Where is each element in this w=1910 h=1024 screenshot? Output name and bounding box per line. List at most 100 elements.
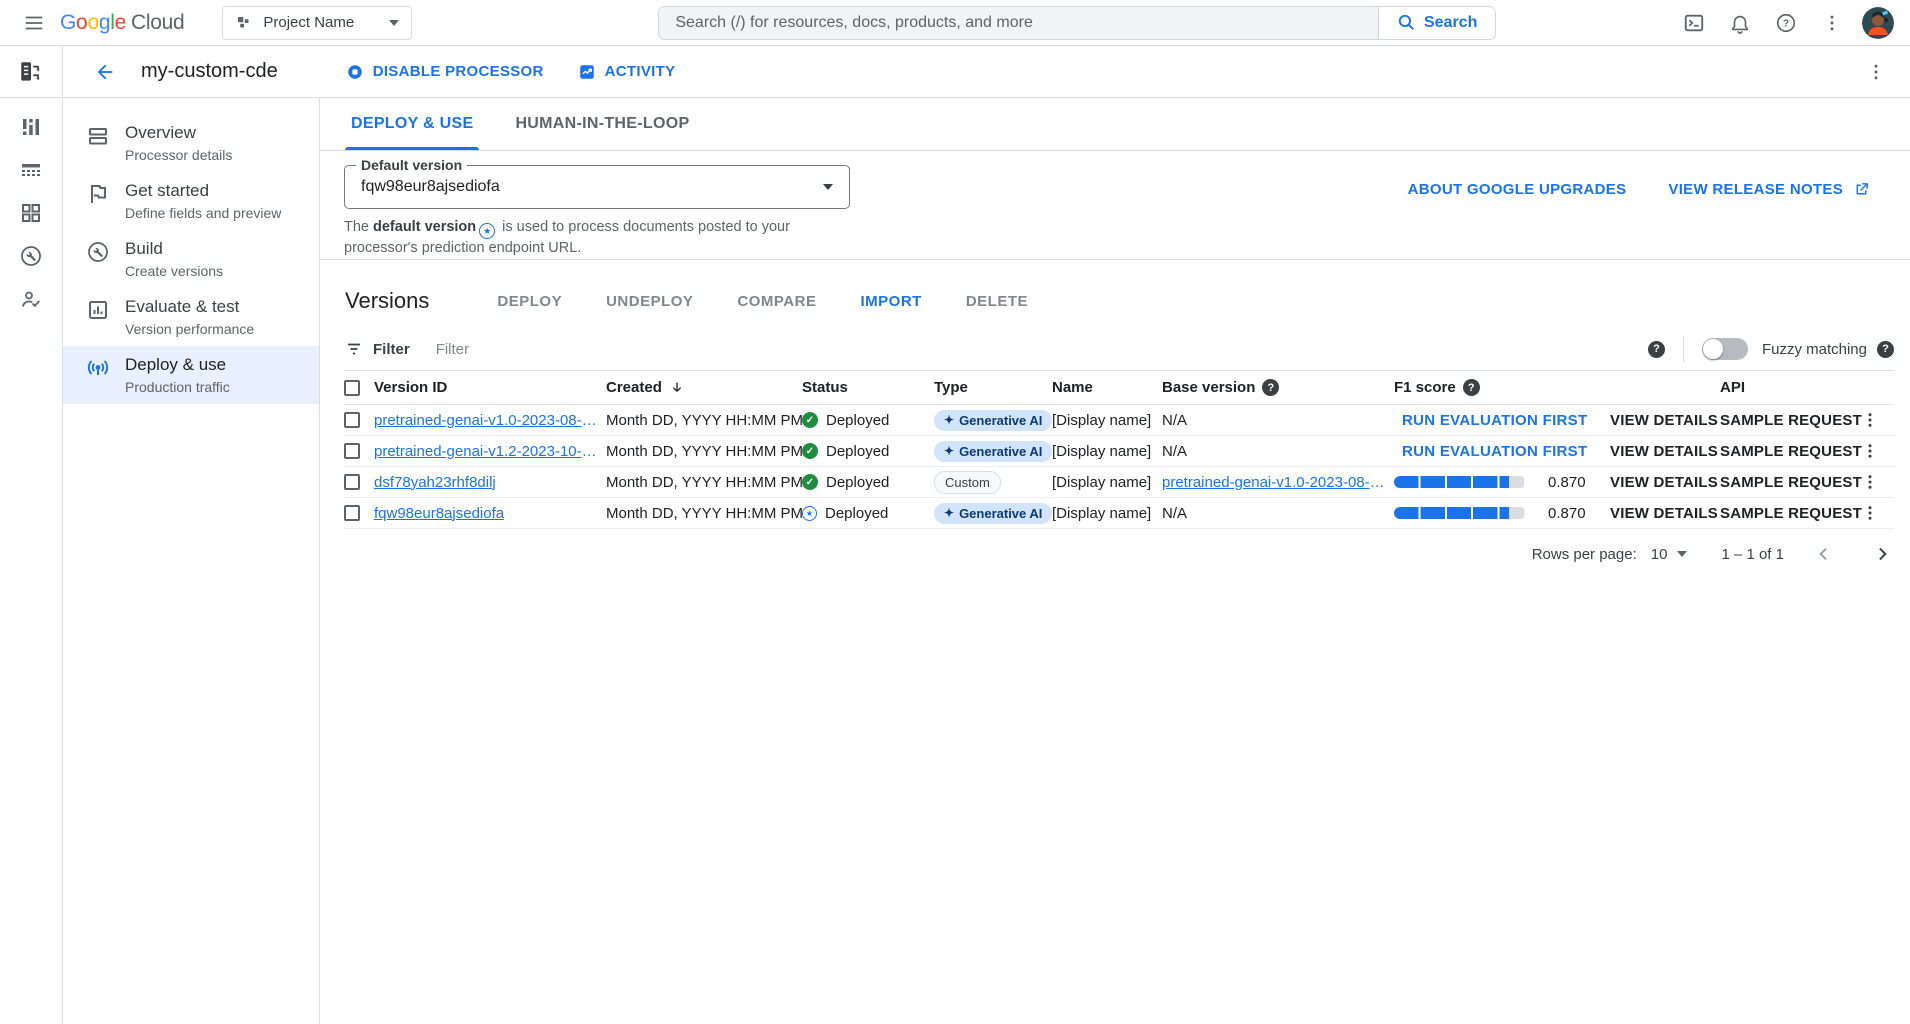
rows-per-page-select[interactable]: 10 bbox=[1651, 546, 1688, 563]
search-button[interactable]: Search bbox=[1378, 7, 1495, 39]
versions-table: Version ID Created Status Type Name Base… bbox=[344, 370, 1894, 529]
search-input[interactable] bbox=[659, 7, 1378, 39]
about-google-upgrades-link[interactable]: ABOUT GOOGLE UPGRADES bbox=[1408, 181, 1627, 198]
google-cloud-logo[interactable]: Google Cloud bbox=[60, 11, 184, 35]
table-row: fqw98eur8ajsediofaMonth DD, YYYY HH:MM P… bbox=[344, 498, 1894, 529]
sample-request-button[interactable]: SAMPLE REQUEST bbox=[1720, 412, 1862, 429]
view-details-button[interactable]: VIEW DETAILS bbox=[1610, 443, 1718, 460]
overview-icon bbox=[86, 124, 110, 148]
sample-request-button[interactable]: SAMPLE REQUEST bbox=[1720, 474, 1862, 491]
column-status[interactable]: Status bbox=[802, 379, 934, 396]
sidebar-item-evaluate-test[interactable]: Evaluate & testVersion performance bbox=[63, 288, 319, 346]
f1-score-bar bbox=[1394, 507, 1526, 519]
select-all-checkbox[interactable] bbox=[344, 380, 360, 396]
column-created[interactable]: Created bbox=[606, 379, 802, 396]
apps-grid-icon[interactable] bbox=[18, 200, 44, 226]
table-row: dsf78yah23rhf8diljMonth DD, YYYY HH:MM P… bbox=[344, 467, 1894, 498]
column-version-id[interactable]: Version ID bbox=[374, 379, 606, 396]
f1-score-value: 0.870 bbox=[1548, 505, 1586, 522]
filter-label: Filter bbox=[373, 341, 410, 358]
help-icon[interactable]: ? bbox=[1766, 3, 1806, 43]
row-menu-icon[interactable] bbox=[1861, 473, 1879, 491]
fuzzy-matching-label: Fuzzy matching bbox=[1762, 341, 1867, 358]
tab-human-in-the-loop[interactable]: HUMAN-IN-THE-LOOP bbox=[509, 98, 695, 150]
filter-help-icon[interactable]: ? bbox=[1648, 341, 1665, 358]
undeploy-button[interactable]: UNDEPLOY bbox=[604, 289, 695, 314]
cloud-shell-icon[interactable] bbox=[1674, 3, 1714, 43]
project-selector[interactable]: Project Name bbox=[222, 6, 412, 40]
sidebar-item-build[interactable]: Build Create versions bbox=[63, 230, 319, 288]
notifications-bell-icon[interactable] bbox=[1720, 3, 1760, 43]
divider bbox=[1683, 336, 1684, 362]
filter-bar: Filter ? Fuzzy matching ? bbox=[320, 328, 1910, 370]
f1-score-help-icon[interactable]: ? bbox=[1463, 379, 1480, 396]
pagination-bar: Rows per page: 10 1 – 1 of 1 bbox=[320, 529, 1910, 579]
row-menu-icon[interactable] bbox=[1861, 411, 1879, 429]
avatar[interactable] bbox=[1862, 7, 1894, 39]
back-arrow-icon[interactable] bbox=[85, 52, 125, 92]
base-version-help-icon[interactable]: ? bbox=[1262, 379, 1279, 396]
labeling-person-check-icon[interactable] bbox=[18, 286, 44, 312]
version-id-link[interactable]: pretrained-genai-v1.2-2023-10-23 bbox=[374, 443, 598, 460]
view-details-button[interactable]: VIEW DETAILS bbox=[1610, 412, 1718, 429]
row-menu-icon[interactable] bbox=[1861, 442, 1879, 460]
sidebar-item-get-started[interactable]: Get startedDefine fields and preview bbox=[63, 172, 319, 230]
fuzzy-matching-toggle[interactable] bbox=[1702, 338, 1748, 360]
page-menu-icon[interactable] bbox=[1856, 52, 1896, 92]
tab-deploy-and-use[interactable]: DEPLOY & USE bbox=[345, 98, 479, 150]
default-version-star-icon: ★ bbox=[802, 506, 817, 521]
nav-sublabel: Version performance bbox=[125, 321, 254, 337]
view-details-button[interactable]: VIEW DETAILS bbox=[1610, 474, 1718, 491]
import-button[interactable]: IMPORT bbox=[858, 289, 923, 314]
column-base-version[interactable]: Base version ? bbox=[1162, 379, 1394, 396]
base-version-link[interactable]: pretrained-genai-v1.0-2023-08-22 bbox=[1162, 474, 1386, 491]
svg-text:?: ? bbox=[1783, 18, 1789, 29]
dashboard-bars-icon[interactable] bbox=[18, 114, 44, 140]
fuzzy-matching-help-icon[interactable]: ? bbox=[1877, 341, 1894, 358]
flag-icon bbox=[86, 182, 110, 206]
row-checkbox[interactable] bbox=[344, 505, 360, 521]
build-circle-icon[interactable] bbox=[18, 243, 44, 269]
sidebar-item-deploy-use[interactable]: Deploy & useProduction traffic bbox=[63, 346, 319, 404]
row-menu-icon[interactable] bbox=[1861, 504, 1879, 522]
row-checkbox[interactable] bbox=[344, 412, 360, 428]
default-version-select[interactable]: Default version fqw98eur8ajsediofa bbox=[344, 165, 850, 209]
default-version-section: Default version fqw98eur8ajsediofa The d… bbox=[320, 151, 1910, 260]
filter-input[interactable] bbox=[436, 341, 1648, 358]
row-checkbox[interactable] bbox=[344, 474, 360, 490]
sample-request-button[interactable]: SAMPLE REQUEST bbox=[1720, 443, 1862, 460]
table-row: pretrained-genai-v1.2-2023-10-23Month DD… bbox=[344, 436, 1894, 467]
run-evaluation-link[interactable]: RUN EVALUATION FIRST bbox=[1402, 443, 1587, 460]
activity-button[interactable]: ACTIVITY bbox=[578, 63, 676, 81]
view-details-button[interactable]: VIEW DETAILS bbox=[1610, 505, 1718, 522]
column-type[interactable]: Type bbox=[934, 379, 1052, 396]
nav-label: Build bbox=[125, 239, 223, 259]
build-icon bbox=[86, 240, 110, 264]
processor-sidebar: OverviewProcessor details Get startedDef… bbox=[63, 98, 320, 1024]
nav-sublabel: Create versions bbox=[125, 263, 223, 279]
row-checkbox[interactable] bbox=[344, 443, 360, 459]
more-options-icon[interactable] bbox=[1812, 3, 1852, 43]
deploy-button[interactable]: DEPLOY bbox=[495, 289, 564, 314]
name-value: [Display name] bbox=[1052, 505, 1151, 522]
hamburger-menu-icon[interactable] bbox=[14, 3, 54, 43]
previous-page-icon[interactable] bbox=[1814, 544, 1834, 564]
rows-per-page-label: Rows per page: bbox=[1532, 546, 1637, 563]
page-title: my-custom-cde bbox=[141, 60, 278, 83]
version-id-link[interactable]: dsf78yah23rhf8dilj bbox=[374, 474, 496, 491]
nav-sublabel: Define fields and preview bbox=[125, 205, 281, 221]
table-rows-icon[interactable] bbox=[18, 157, 44, 183]
sample-request-button[interactable]: SAMPLE REQUEST bbox=[1720, 505, 1862, 522]
version-id-link[interactable]: fqw98eur8ajsediofa bbox=[374, 505, 504, 522]
docai-processor-icon[interactable] bbox=[11, 52, 51, 92]
disable-processor-button[interactable]: DISABLE PROCESSOR bbox=[346, 63, 544, 81]
run-evaluation-link[interactable]: RUN EVALUATION FIRST bbox=[1402, 412, 1587, 429]
compare-button[interactable]: COMPARE bbox=[735, 289, 818, 314]
column-name[interactable]: Name bbox=[1052, 379, 1162, 396]
next-page-icon[interactable] bbox=[1872, 544, 1892, 564]
delete-button[interactable]: DELETE bbox=[964, 289, 1030, 314]
view-release-notes-link[interactable]: VIEW RELEASE NOTES bbox=[1668, 181, 1870, 198]
sidebar-item-overview[interactable]: OverviewProcessor details bbox=[63, 114, 319, 172]
version-id-link[interactable]: pretrained-genai-v1.0-2023-08-22 bbox=[374, 412, 598, 429]
column-f1-score[interactable]: F1 score ? bbox=[1394, 379, 1610, 396]
